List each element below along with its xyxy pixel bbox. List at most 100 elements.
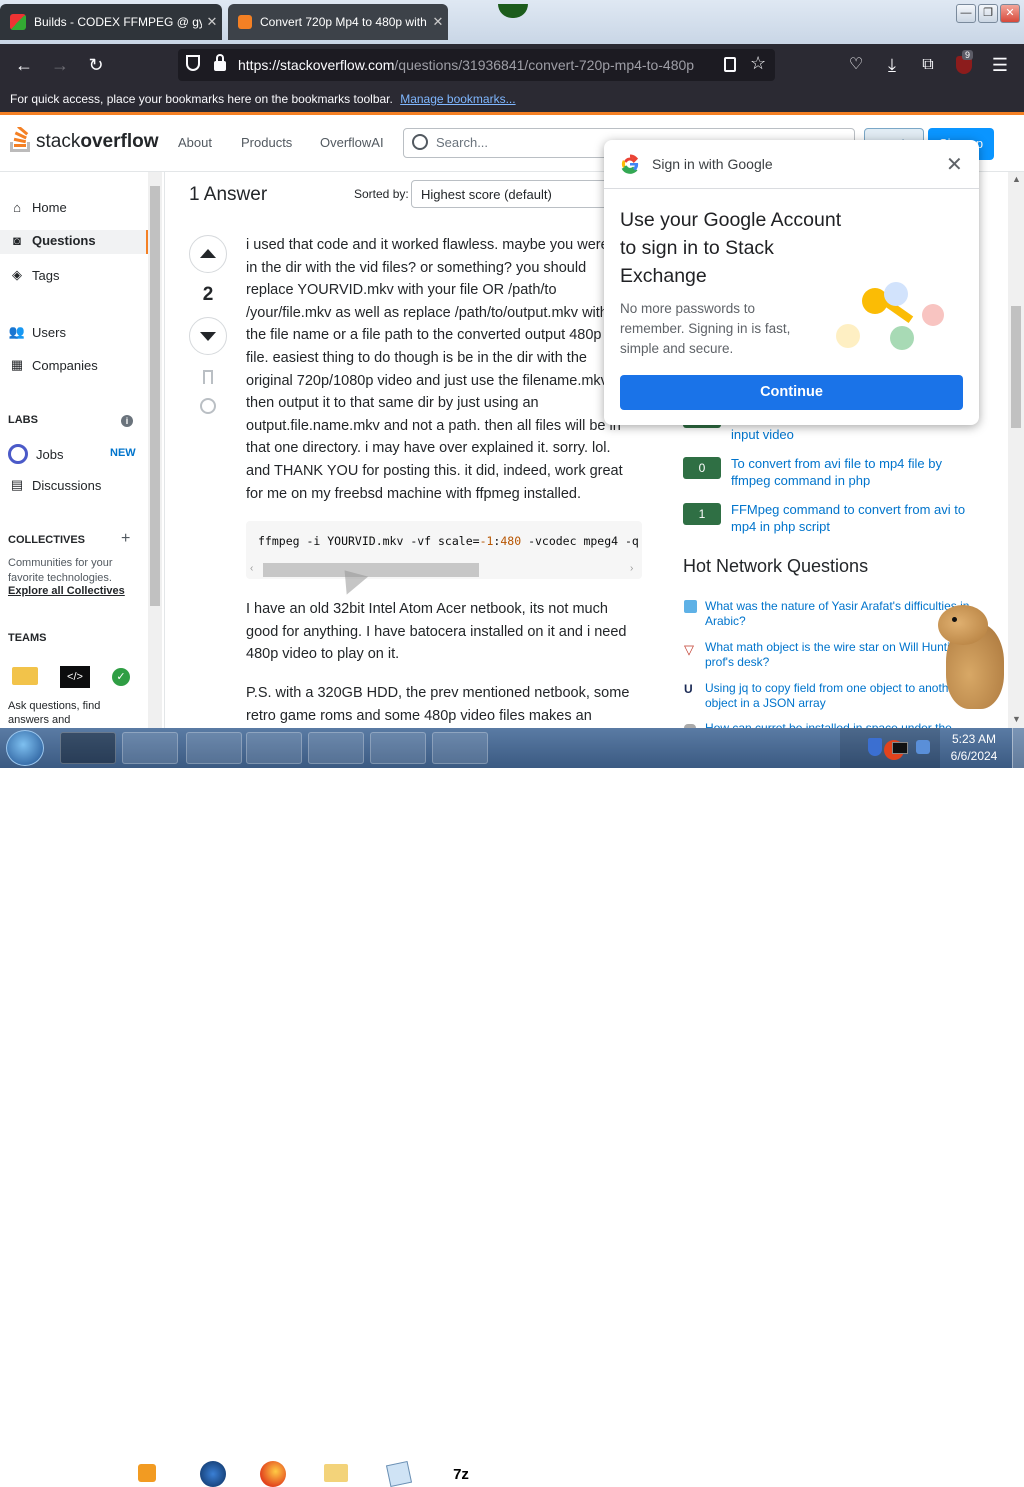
hamburger-menu-icon[interactable]: ☰ xyxy=(988,53,1012,77)
tray-network-icon[interactable] xyxy=(916,740,930,754)
answers-count-title: 1 Answer xyxy=(189,184,268,205)
tab-builds[interactable]: Builds - CODEX FFMPEG @ gya ✕ xyxy=(0,4,222,40)
taskbar-explorer-icon[interactable] xyxy=(308,732,364,764)
reader-view-icon[interactable] xyxy=(724,57,736,72)
taskbar-notepad-icon[interactable] xyxy=(370,732,426,764)
back-arrow-icon[interactable]: ← xyxy=(12,53,36,77)
close-window-button[interactable]: ✕ xyxy=(1000,4,1020,23)
windows-taskbar: 7z 5:23 AM 6/6/2024 xyxy=(0,728,1024,1487)
sidebar-item-users[interactable]: 👥 Users xyxy=(8,324,66,340)
sort-select[interactable]: Highest score (default) xyxy=(411,180,611,208)
popup-divider xyxy=(604,188,979,189)
answer-line: in the dir with the vid files? or someth… xyxy=(246,259,587,276)
sidebar-item-questions-row[interactable]: ◙ Questions xyxy=(8,233,96,248)
lock-icon[interactable] xyxy=(214,61,226,71)
related-question-link[interactable]: input video xyxy=(731,426,981,443)
nav-about[interactable]: About xyxy=(178,135,212,150)
hot-network-question-link[interactable]: What was the nature of Yasir Arafat's di… xyxy=(705,599,975,629)
hot-network-question-link[interactable]: What math object is the wire star on Wil… xyxy=(705,640,975,670)
code-block[interactable]: ffmpeg -i YOURVID.mkv -vf scale=-1:480 -… xyxy=(246,521,642,579)
close-tab-icon[interactable]: ✕ xyxy=(202,14,222,30)
bookmark-icon[interactable] xyxy=(203,370,213,384)
history-icon[interactable] xyxy=(200,398,216,414)
taskbar-terminal-icon[interactable] xyxy=(60,732,116,764)
forward-arrow-icon[interactable]: → xyxy=(48,53,72,77)
tab-convert-active[interactable]: Convert 720p Mp4 to 480p with ✕ xyxy=(228,4,448,40)
bookmark-star-icon[interactable]: ☆ xyxy=(750,53,766,74)
show-desktop-button[interactable] xyxy=(1012,728,1024,768)
answer-line: i used that code and it worked flawless.… xyxy=(246,237,609,253)
add-collective-icon[interactable]: + xyxy=(121,530,130,548)
url-text[interactable]: https://stackoverflow.com/questions/3193… xyxy=(238,57,708,73)
sidebar-scrollbar-thumb[interactable] xyxy=(150,186,160,606)
sidebar-item-label: Tags xyxy=(32,267,60,283)
related-question-link[interactable]: To convert from avi file to mp4 file by … xyxy=(731,455,981,489)
code-number: -1 xyxy=(479,534,494,548)
passkey-illustration-icon xyxy=(832,280,952,352)
discussions-icon: ▤ xyxy=(10,477,24,492)
related-votes-box: 0 xyxy=(683,457,721,479)
answer-line: for me on my freebsd machine with ffpmeg… xyxy=(246,485,582,502)
answer-line: retro game roms and some 480p video file… xyxy=(246,707,592,724)
answer-line: and THANK YOU for posting this. it did, … xyxy=(246,462,623,479)
teams-description: Ask questions, find answers and xyxy=(8,700,101,726)
sidebar-item-discussions[interactable]: ▤ Discussions xyxy=(8,477,102,493)
close-popup-icon[interactable]: ✕ xyxy=(946,152,963,177)
nav-products[interactable]: Products xyxy=(241,135,292,150)
popup-body-line: remember. Signing in is fast, xyxy=(620,321,791,336)
hot-network-question-link[interactable]: Using jq to copy field from one object t… xyxy=(705,681,975,711)
manage-bookmarks-link[interactable]: Manage bookmarks... xyxy=(400,92,515,106)
continue-button[interactable]: Continue xyxy=(620,375,963,410)
close-tab-icon[interactable]: ✕ xyxy=(428,14,448,30)
answer-line: replace YOURVID.mkv with your file OR /p… xyxy=(246,282,557,299)
upvote-button[interactable] xyxy=(189,235,227,273)
popup-title: Use your Google Account to sign in to St… xyxy=(620,206,841,290)
sidebar-item-jobs[interactable]: Jobs xyxy=(8,444,63,464)
tray-clock-time[interactable]: 5:23 AM xyxy=(944,732,1004,746)
shield-icon[interactable] xyxy=(186,55,200,71)
page-scroll-down-icon[interactable]: ▼ xyxy=(1012,714,1021,724)
sidebar-item-tags[interactable]: ◈ Tags xyxy=(8,267,59,283)
url-bar[interactable]: https://stackoverflow.com/questions/3193… xyxy=(178,49,775,81)
downvote-button[interactable] xyxy=(189,317,227,355)
hamster-eye xyxy=(952,617,957,622)
tray-clock-date[interactable]: 6/6/2024 xyxy=(944,749,1004,763)
page-scrollbar-thumb[interactable] xyxy=(1011,306,1021,428)
taskbar-7zip-label: 7z xyxy=(448,1463,474,1487)
nav-overflowai[interactable]: OverflowAI xyxy=(320,135,384,150)
code-line: ffmpeg -i YOURVID.mkv -vf scale=-1:480 -… xyxy=(258,534,639,548)
sidebar-scrollbar[interactable] xyxy=(148,172,162,728)
stackoverflow-logo[interactable]: stack overflow xyxy=(8,127,158,157)
pocket-icon[interactable]: ♡ xyxy=(844,53,868,77)
code-scroll-right-icon[interactable]: › xyxy=(630,563,633,574)
hot-network-question-link[interactable]: How can curret be installed in space und… xyxy=(705,721,975,728)
extensions-icon[interactable]: ⧉ xyxy=(916,53,940,77)
page-scrollbar[interactable]: ▲ ▼ xyxy=(1008,172,1024,728)
taskbar-firefox-icon[interactable] xyxy=(246,732,302,764)
maximize-button[interactable]: ❐ xyxy=(978,4,998,23)
explore-collectives-link[interactable]: Explore all Collectives xyxy=(8,585,125,597)
google-popup-header: Sign in with Google xyxy=(652,156,773,172)
reload-icon[interactable]: ↻ xyxy=(84,53,108,77)
google-g-icon xyxy=(621,154,639,174)
related-question-link[interactable]: FFMpeg command to convert from avi to mp… xyxy=(731,501,981,535)
sidebar-item-home[interactable]: ⌂ Home xyxy=(8,200,67,215)
code-text: -vcodec mpeg4 -q xyxy=(521,534,639,548)
minimize-button[interactable]: — xyxy=(956,4,976,23)
info-icon[interactable]: i xyxy=(121,415,133,427)
start-button[interactable] xyxy=(6,730,44,766)
alien-decoration-icon xyxy=(498,4,528,18)
code-scroll-left-icon[interactable]: ‹ xyxy=(250,563,253,574)
url-host: https://stackoverflow.com xyxy=(238,57,395,73)
taskbar-globe-icon[interactable] xyxy=(186,732,242,764)
code-horizontal-scrollbar-thumb[interactable] xyxy=(263,563,479,577)
sort-select-value: Highest score (default) xyxy=(421,187,552,202)
taskbar-media-player-icon[interactable] xyxy=(122,732,178,764)
sidebar-item-label: Home xyxy=(32,200,67,215)
tray-shield-icon[interactable] xyxy=(868,738,882,756)
sidebar-item-companies[interactable]: ▦ Companies xyxy=(8,357,98,373)
page-scroll-up-icon[interactable]: ▲ xyxy=(1012,174,1021,184)
downloads-icon[interactable]: ⤓ xyxy=(880,53,904,77)
tray-monitor-icon[interactable] xyxy=(892,742,908,754)
taskbar-7zip-icon[interactable] xyxy=(432,732,488,764)
